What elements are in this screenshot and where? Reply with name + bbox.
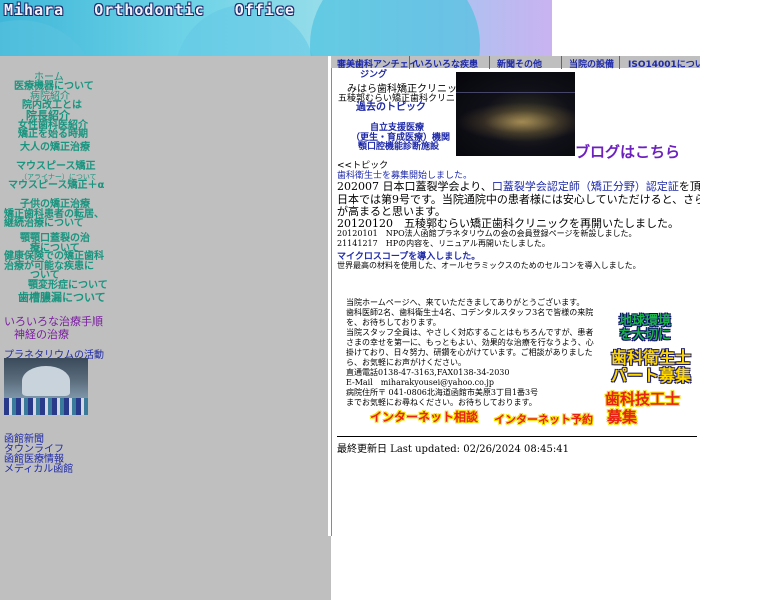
nav-medical-hakodate[interactable]: メディカル函館 — [4, 464, 73, 475]
topnav-separator — [561, 56, 562, 69]
link-past-topics[interactable]: 過去のトピック — [356, 98, 426, 113]
nav-mouthpiece-plus[interactable]: マウスピース矯正＋α — [8, 180, 104, 191]
nav-adult[interactable]: 大人の矯正治療 — [20, 142, 90, 153]
site-title: Mihara Orthodontic Office — [4, 1, 295, 19]
nav-deformity[interactable]: 顎変形症について — [28, 280, 108, 291]
nav-nerve[interactable]: 神経の治療 — [14, 329, 69, 340]
net-consult-button[interactable]: インターネット相談 — [370, 408, 478, 425]
blog-link[interactable]: ブログはこちら — [575, 141, 680, 162]
topnav-news[interactable]: 新聞その他 — [497, 57, 542, 70]
closing-line: までお気軽にお尋ねください。お待ちしております。 — [346, 398, 537, 407]
nav-start-time[interactable]: 矯正を始る時期 — [18, 129, 88, 140]
topnav-facilities[interactable]: 当院の設備 — [569, 57, 614, 70]
planetarium-photo[interactable] — [4, 358, 88, 415]
topnav-separator — [409, 56, 410, 69]
news-4: 21141217 HPの内容を、リニュアル再開いたしました。 — [337, 239, 550, 248]
nav-continue[interactable]: 継続治療について — [4, 218, 84, 229]
header-banner: Mihara Orthodontic Office — [0, 0, 552, 56]
divider — [337, 436, 697, 437]
right-margin — [700, 56, 760, 600]
hygienist-banner-2[interactable]: パート募集 — [611, 362, 691, 386]
main-footer-area — [331, 536, 702, 600]
nav-mouthpiece[interactable]: マウスピース矯正 — [16, 161, 96, 172]
link-support-3[interactable]: 顎口腔機能診断施設 — [358, 139, 439, 152]
technician-banner-2[interactable]: 募集 — [607, 406, 637, 427]
nav-various[interactable]: いろいろな治療手順 — [4, 316, 103, 327]
night-view-photo — [456, 72, 575, 156]
nav-caries[interactable]: 歯槽膿漏について — [18, 292, 106, 303]
topnav-diseases[interactable]: いろいろな疾患 — [415, 57, 478, 70]
left-footer-area — [0, 536, 331, 600]
last-updated: 最終更新日 Last updated: 02/26/2024 08:45:41 — [337, 444, 569, 455]
topnav-aesthetic-2[interactable]: ジング — [360, 67, 387, 80]
earth-banner-2[interactable]: を大切に — [619, 324, 671, 343]
net-reserve-button[interactable]: インターネット予約 — [494, 411, 593, 427]
topnav-separator — [619, 56, 620, 69]
topnav-separator — [489, 56, 490, 69]
microscope-desc: 世界最高の材料を使用した、オールセラミックスのためのセルコンを導入しました。 — [337, 261, 641, 270]
